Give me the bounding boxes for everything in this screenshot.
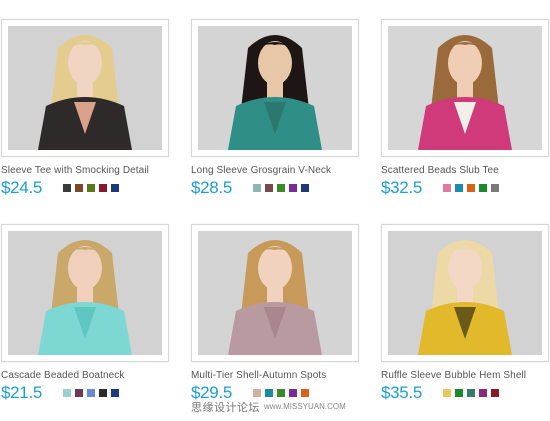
color-swatches [63, 389, 119, 397]
color-swatches [63, 184, 119, 192]
color-swatch[interactable] [75, 389, 83, 397]
color-swatch[interactable] [99, 389, 107, 397]
color-swatch[interactable] [479, 184, 487, 192]
color-swatch[interactable] [301, 184, 309, 192]
model-illustration [198, 231, 352, 355]
color-swatch[interactable] [75, 184, 83, 192]
product-name[interactable]: Long Sleeve Grosgrain V-Neck [191, 165, 331, 176]
product-photo[interactable] [8, 231, 162, 355]
color-swatches [443, 389, 499, 397]
product-price: $21.5 [1, 383, 43, 402]
color-swatch[interactable] [277, 184, 285, 192]
color-swatch[interactable] [277, 389, 285, 397]
color-swatch[interactable] [63, 184, 71, 192]
color-swatch[interactable] [289, 389, 297, 397]
color-swatch[interactable] [455, 184, 463, 192]
color-swatch[interactable] [99, 184, 107, 192]
product-image-frame[interactable] [191, 19, 359, 157]
color-swatch[interactable] [491, 389, 499, 397]
color-swatch[interactable] [265, 389, 273, 397]
color-swatch[interactable] [467, 184, 475, 192]
color-swatch[interactable] [111, 389, 119, 397]
color-swatches [443, 184, 499, 192]
color-swatches [253, 184, 309, 192]
product-photo[interactable] [8, 26, 162, 150]
model-illustration [8, 26, 162, 150]
watermark-text: 思缘设计论坛 [191, 402, 260, 414]
product-photo[interactable] [198, 26, 352, 150]
color-swatch[interactable] [443, 389, 451, 397]
product-price: $28.5 [191, 178, 233, 197]
color-swatch[interactable] [491, 184, 499, 192]
color-swatch[interactable] [467, 389, 475, 397]
model-illustration [8, 231, 162, 355]
product-price: $24.5 [1, 178, 43, 197]
product-name[interactable]: Ruffle Sleeve Bubble Hem Shell [381, 370, 526, 381]
color-swatch[interactable] [289, 184, 297, 192]
color-swatch[interactable] [253, 389, 261, 397]
product-price: $32.5 [381, 178, 423, 197]
model-illustration [388, 231, 542, 355]
product-image-frame[interactable] [381, 224, 549, 362]
color-swatch[interactable] [443, 184, 451, 192]
product-name[interactable]: Cascade Beaded Boatneck [1, 370, 125, 381]
product-name[interactable]: Scattered Beads Slub Tee [381, 165, 499, 176]
color-swatch[interactable] [455, 389, 463, 397]
product-name[interactable]: Multi-Tier Shell-Autumn Spots [191, 370, 326, 381]
color-swatch[interactable] [265, 184, 273, 192]
watermark-url: www.MISSYUAN.COM [264, 402, 346, 411]
color-swatches [253, 389, 309, 397]
color-swatch[interactable] [111, 184, 119, 192]
color-swatch[interactable] [253, 184, 261, 192]
model-illustration [198, 26, 352, 150]
model-illustration [388, 26, 542, 150]
product-price: $35.5 [381, 383, 423, 402]
product-name[interactable]: Sleeve Tee with Smocking Detail [1, 165, 149, 176]
color-swatch[interactable] [87, 184, 95, 192]
product-image-frame[interactable] [1, 224, 169, 362]
product-image-frame[interactable] [381, 19, 549, 157]
color-swatch[interactable] [87, 389, 95, 397]
color-swatch[interactable] [63, 389, 71, 397]
product-image-frame[interactable] [1, 19, 169, 157]
product-image-frame[interactable] [191, 224, 359, 362]
product-photo[interactable] [198, 231, 352, 355]
product-photo[interactable] [388, 26, 542, 150]
color-swatch[interactable] [301, 389, 309, 397]
product-photo[interactable] [388, 231, 542, 355]
color-swatch[interactable] [479, 389, 487, 397]
